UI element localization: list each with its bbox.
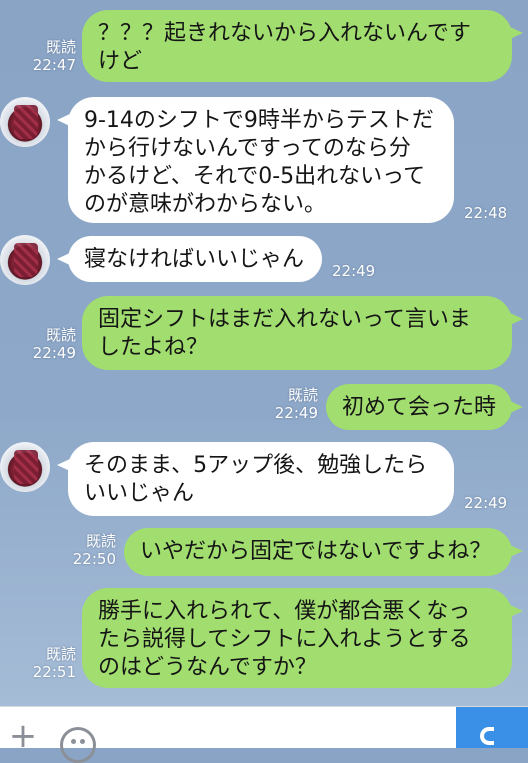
message-meta: 既読 22:49	[20, 326, 76, 362]
message-time: 22:47	[32, 56, 76, 74]
message-time: 22:49	[274, 404, 318, 422]
message-time: 22:49	[32, 344, 76, 362]
message-bubble[interactable]: 勝手に入れられて、僕が都合悪くなっ たら説得してシフトに入れようとする のはどう…	[82, 588, 523, 688]
message-meta: 既読 22:49	[262, 386, 318, 422]
message-bubble[interactable]: 固定シフトはまだ入れないって言いま したよね？	[82, 296, 523, 370]
message-time: 22:48	[464, 204, 508, 222]
message-bubble[interactable]: ？？？起きれないから入れないんです けど	[82, 10, 523, 82]
message-time: 22:49	[332, 262, 376, 280]
call-button[interactable]	[456, 707, 528, 748]
message-bubble[interactable]: いやだから固定ではないですよね？	[124, 528, 523, 576]
message-bubble[interactable]: 9-14のシフトで9時半からテストだ から行けないんですってのなら分 かるけど、…	[57, 97, 454, 223]
message-input-bar: +	[0, 706, 528, 763]
message-meta: 既読 22:47	[20, 38, 76, 74]
contact-avatar[interactable]	[0, 235, 50, 285]
contact-avatar[interactable]	[0, 97, 50, 147]
message-meta: 既読 22:51	[20, 645, 76, 681]
emoji-icon[interactable]	[60, 727, 96, 763]
message-bubble[interactable]: そのまま、5アップ後、勉強したら いいじゃん	[57, 442, 454, 516]
read-receipt: 既読	[85, 532, 116, 550]
message-meta: 既読 22:50	[60, 532, 116, 568]
message-time: 22:50	[72, 550, 116, 568]
read-receipt: 既読	[45, 645, 76, 663]
read-receipt: 既読	[45, 38, 76, 56]
message-time: 22:49	[464, 494, 508, 512]
contact-avatar[interactable]	[0, 442, 50, 492]
message-bubble[interactable]: 初めて会った時	[326, 384, 523, 430]
message-time: 22:51	[32, 663, 76, 681]
phone-icon	[480, 727, 494, 745]
chat-area[interactable]: 既読 22:47 ？？？起きれないから入れないんです けど 9-14のシフトで9…	[0, 0, 528, 706]
read-receipt: 既読	[45, 326, 76, 344]
message-bubble[interactable]: 寝なければいいじゃん	[57, 236, 322, 282]
read-receipt: 既読	[287, 386, 318, 404]
